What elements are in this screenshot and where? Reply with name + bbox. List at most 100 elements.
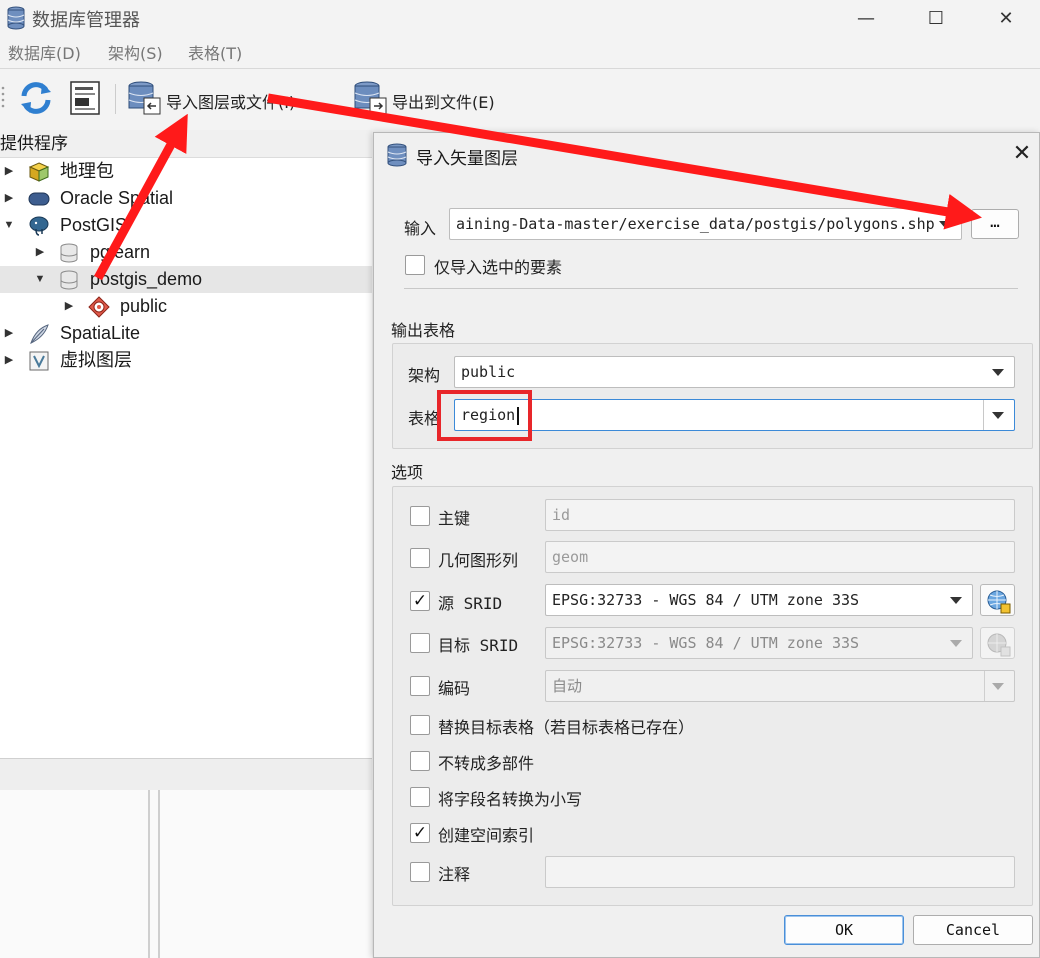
input-path-combobox[interactable]: aining-Data-master/exercise_data/postgis…: [449, 208, 962, 240]
maximize-button[interactable]: ☐: [916, 4, 956, 32]
toolbar: 导入图层或文件(I) 导出到文件(E): [0, 72, 1040, 128]
cancel-button[interactable]: Cancel: [913, 915, 1033, 945]
close-button[interactable]: ✕: [986, 4, 1026, 32]
comment-checkbox[interactable]: [410, 862, 430, 882]
separator: [404, 288, 1018, 289]
table-value: region: [461, 406, 516, 424]
spatial-index-label: 创建空间索引: [438, 826, 535, 845]
table-combobox[interactable]: region: [454, 399, 1015, 431]
ok-button[interactable]: OK: [784, 915, 904, 945]
database-icon: [7, 6, 25, 30]
schema-combobox[interactable]: public: [454, 356, 1015, 388]
expand-arrow-icon[interactable]: ▶: [34, 239, 46, 266]
sql-window-icon[interactable]: [68, 80, 102, 116]
database-icon: [387, 143, 407, 167]
menu-schema[interactable]: 架构(S): [108, 40, 163, 68]
toolbar-separator: [115, 84, 116, 114]
menu-table[interactable]: 表格(T): [188, 40, 242, 68]
no-multipart-label: 不转成多部件: [438, 754, 535, 773]
expand-arrow-icon[interactable]: ▶: [3, 158, 15, 185]
chevron-down-icon[interactable]: [939, 221, 951, 228]
chevron-down-icon[interactable]: [950, 640, 962, 647]
chevron-down-icon[interactable]: [992, 369, 1004, 376]
options-group-title: 选项: [391, 463, 424, 482]
table-label: 表格: [408, 409, 441, 428]
import-layer-button[interactable]: 导入图层或文件(I): [166, 89, 295, 113]
export-file-icon[interactable]: [352, 80, 388, 116]
geometry-column-label: 几何图形列: [438, 551, 519, 570]
schema-icon: [88, 296, 110, 318]
input-label: 输入: [404, 219, 437, 238]
tree-item-label: 地理包: [60, 161, 114, 181]
tree-item-label: Oracle Spatial: [60, 188, 174, 208]
export-file-button[interactable]: 导出到文件(E): [392, 89, 495, 113]
collapse-arrow-icon[interactable]: ▼: [34, 266, 46, 293]
geometry-column-checkbox[interactable]: [410, 548, 430, 568]
refresh-icon[interactable]: [18, 80, 54, 116]
window-title: 数据库管理器: [32, 10, 140, 31]
tree-item-label: public: [120, 296, 168, 316]
database-icon: [60, 243, 78, 263]
menu-database[interactable]: 数据库(D): [8, 40, 81, 68]
title-bar: 数据库管理器 — ☐ ✕: [0, 0, 1040, 36]
target-srid-checkbox[interactable]: [410, 633, 430, 653]
tree-item-pglearn[interactable]: ▶ pglearn: [0, 239, 372, 266]
encoding-combobox[interactable]: 自动: [545, 670, 1015, 702]
lowercase-fields-checkbox[interactable]: [410, 787, 430, 807]
replace-table-label: 替换目标表格（若目标表格已存在）: [438, 718, 695, 737]
import-vector-layer-dialog: 导入矢量图层 ✕ 输入 aining-Data-master/exercise_…: [373, 132, 1040, 958]
expand-arrow-icon[interactable]: ▶: [3, 347, 15, 374]
postgis-elephant-icon: [29, 216, 49, 236]
target-srid-value: EPSG:32733 - WGS 84 / UTM zone 33S: [552, 634, 860, 652]
text-cursor: [517, 406, 520, 425]
encoding-value: 自动: [552, 677, 583, 695]
target-srid-label: 目标 SRID: [438, 636, 519, 655]
dialog-close-icon[interactable]: ✕: [1010, 141, 1034, 166]
tree-item-oracle[interactable]: ▶ Oracle Spatial: [0, 185, 372, 212]
tree-item-public[interactable]: ▶ public: [0, 293, 372, 320]
virtual-layer-icon: [29, 351, 49, 371]
oracle-icon: [28, 192, 50, 206]
database-icon: [60, 270, 78, 290]
import-layer-icon[interactable]: [126, 80, 162, 116]
target-crs-selector-button[interactable]: [980, 627, 1015, 659]
comment-label: 注释: [438, 865, 471, 884]
expand-arrow-icon[interactable]: ▶: [3, 185, 15, 212]
replace-table-checkbox[interactable]: [410, 715, 430, 735]
expand-arrow-icon[interactable]: ▶: [3, 320, 15, 347]
tree-item-postgis-demo[interactable]: ▼ postgis_demo: [0, 266, 372, 293]
chevron-down-icon[interactable]: [992, 412, 1004, 419]
source-crs-selector-button[interactable]: [980, 584, 1015, 616]
collapse-arrow-icon[interactable]: ▼: [3, 212, 15, 239]
tree-item-virtual-layers[interactable]: ▶ 虚拟图层: [0, 347, 372, 374]
source-srid-checkbox[interactable]: ✓: [410, 591, 430, 611]
tree-item-geopackage[interactable]: ▶ 地理包: [0, 158, 372, 185]
primary-key-field[interactable]: id: [545, 499, 1015, 531]
geometry-column-field[interactable]: geom: [545, 541, 1015, 573]
encoding-checkbox[interactable]: [410, 676, 430, 696]
no-multipart-checkbox[interactable]: [410, 751, 430, 771]
minimize-button[interactable]: —: [846, 4, 886, 32]
browse-button[interactable]: …: [971, 209, 1019, 239]
input-path-value: aining-Data-master/exercise_data/postgis…: [456, 215, 935, 233]
only-selected-checkbox[interactable]: [405, 255, 425, 275]
comment-field[interactable]: [545, 856, 1015, 888]
chevron-down-icon[interactable]: [950, 597, 962, 604]
maximize-icon: ☐: [927, 7, 945, 29]
only-selected-label: 仅导入选中的要素: [434, 258, 563, 277]
source-srid-label: 源 SRID: [438, 594, 503, 613]
tree-item-postgis[interactable]: ▼ PostGIS: [0, 212, 372, 239]
source-srid-combobox[interactable]: EPSG:32733 - WGS 84 / UTM zone 33S: [545, 584, 973, 616]
primary-key-checkbox[interactable]: [410, 506, 430, 526]
tree-item-label: PostGIS: [60, 215, 128, 235]
target-srid-combobox[interactable]: EPSG:32733 - WGS 84 / UTM zone 33S: [545, 627, 973, 659]
crs-globe-icon: [987, 590, 1011, 614]
spatialite-feather-icon: [30, 324, 49, 344]
tree-item-spatialite[interactable]: ▶ SpatiaLite: [0, 320, 372, 347]
expand-arrow-icon[interactable]: ▶: [63, 293, 75, 320]
close-icon: ✕: [998, 7, 1014, 29]
dialog-title: 导入矢量图层: [416, 149, 518, 169]
chevron-down-icon[interactable]: [992, 683, 1004, 690]
encoding-label: 编码: [438, 679, 471, 698]
spatial-index-checkbox[interactable]: ✓: [410, 823, 430, 843]
